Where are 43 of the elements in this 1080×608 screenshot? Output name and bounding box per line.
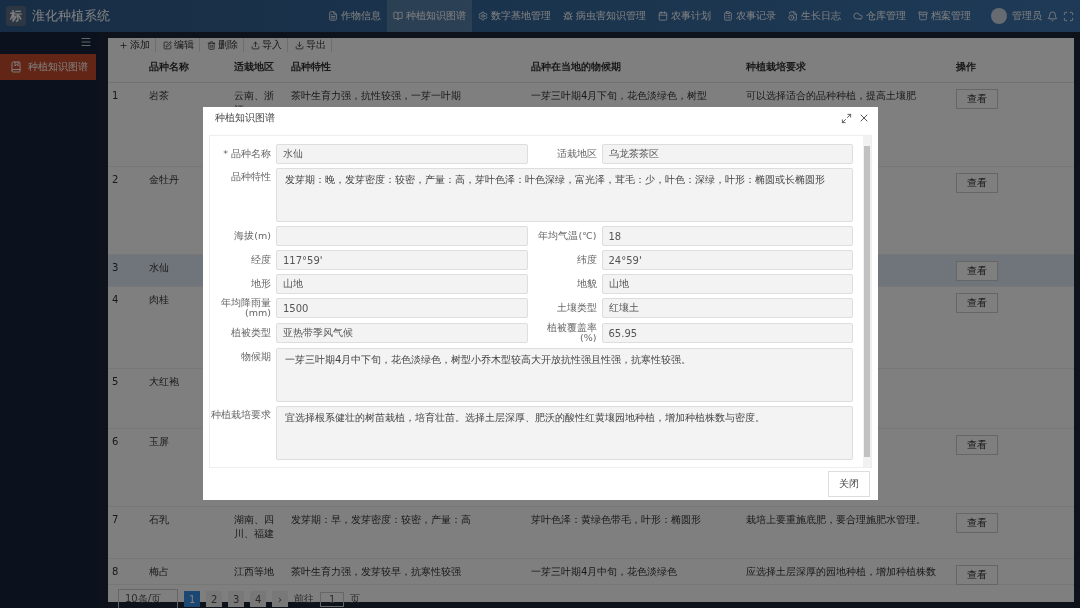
table-cell: 栽培上要重施底肥，要合理施肥水管理。 <box>746 513 926 527</box>
field-label: 适栽地区 <box>555 148 598 160</box>
field-label: * 品种名称 <box>222 148 272 160</box>
table-cell: 可以选择适合的品种种植，提高土壤肥 <box>746 89 916 103</box>
goto-label: 前往 <box>294 592 315 606</box>
field-label: 地形 <box>250 278 272 290</box>
field-label: 海拔(m) <box>233 230 272 242</box>
field-label: 植被类型 <box>230 328 272 339</box>
table-cell: 发芽期：早，发芽密度：较密，产量：高 <box>291 513 471 527</box>
table-cell: 石乳 <box>149 513 169 527</box>
field-label: 年均降雨量(mm) <box>220 298 272 319</box>
table-cell: 芽叶色泽：黄绿色带毛，叶形：椭圆形 <box>531 513 701 527</box>
field-label: 植被覆盖率(%) <box>545 322 598 344</box>
row-index: 2 <box>112 173 119 187</box>
table-cell: 大红袍 <box>149 375 179 389</box>
table-cell: 肉桂 <box>149 293 169 307</box>
row-index: 6 <box>112 435 119 449</box>
table-cell: 岩茶 <box>149 89 169 103</box>
table-cell: 玉屏 <box>149 435 169 449</box>
page-suffix: 页 <box>350 592 361 606</box>
table-cell: 应选择土层深厚的园地种植，增加种植株数 <box>746 565 936 579</box>
field-label: 品种特性 <box>230 170 272 183</box>
field-label: 物候期 <box>240 349 272 363</box>
app-title: 淮化种植系统 <box>32 7 110 25</box>
row-index: 8 <box>112 565 119 579</box>
table-cell: 梅占 <box>149 565 169 579</box>
table-cell-text: 湖南、四川、福建 <box>234 513 275 541</box>
field-label: 经度 <box>250 254 272 266</box>
field-label: 地貌 <box>575 278 598 290</box>
table-cell: 水仙 <box>149 261 169 275</box>
row-index: 3 <box>112 261 119 275</box>
row-index: 4 <box>112 293 119 307</box>
row-index: 7 <box>112 513 119 527</box>
app-logo: 标 <box>6 6 26 26</box>
field-label: 纬度 <box>575 254 598 266</box>
row-index: 1 <box>112 89 119 103</box>
row-index: 5 <box>112 375 119 389</box>
field-label: 土壤类型 <box>555 303 598 314</box>
field-label: 年均气温(℃) <box>537 230 598 242</box>
field-label: 种植栽培要求 <box>210 407 272 421</box>
table-cell: 江西等地 <box>234 565 274 579</box>
table-cell: 金牡丹 <box>149 173 179 187</box>
table-cell: 茶叶生育力强，发芽较早，抗寒性较强 <box>291 565 461 579</box>
